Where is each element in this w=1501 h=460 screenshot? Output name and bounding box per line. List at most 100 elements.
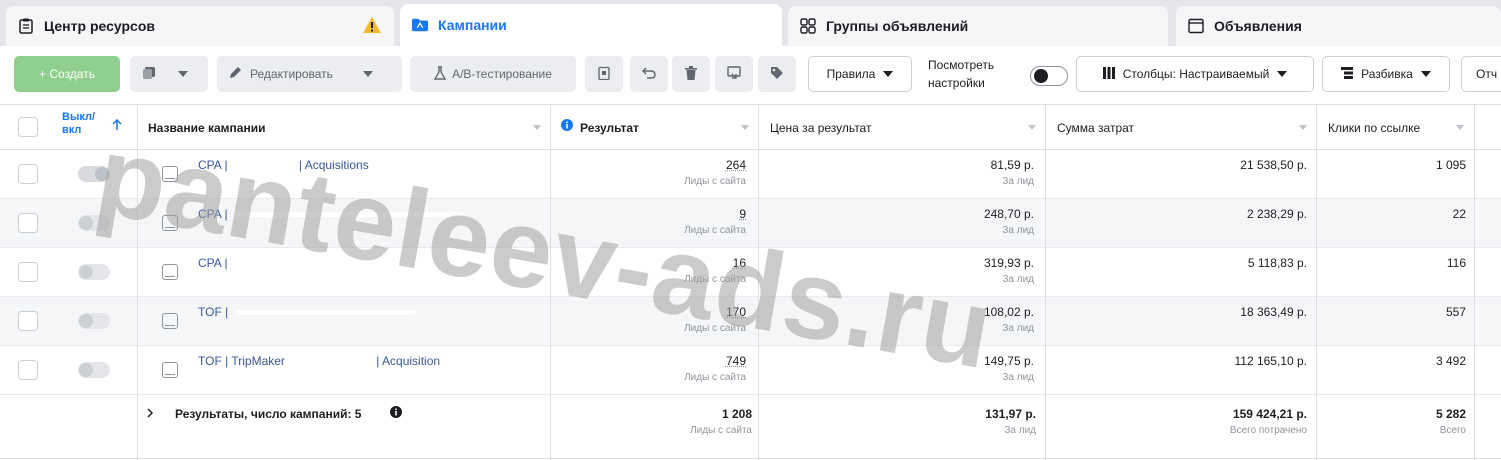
tab-adsets[interactable]: Группы объявлений — [788, 6, 1168, 46]
cost-per-result-value: 319,93 р. — [983, 256, 1034, 270]
result-sub: Лиды с сайта — [684, 274, 746, 285]
name-header[interactable]: Название кампании — [148, 121, 265, 135]
totals-clicks-sub: Всего — [1439, 425, 1466, 436]
campaign-name: TOF | — [198, 305, 232, 319]
tab-label: Группы объявлений — [826, 18, 969, 34]
chevron-down-icon[interactable] — [741, 125, 749, 130]
result-value[interactable]: 9 — [739, 207, 746, 221]
campaign-name-link[interactable]: TOF | — [198, 305, 420, 319]
table-row[interactable]: TOF | 170 Лиды с сайта 108,02 р. За лид 18 3… — [0, 297, 1501, 346]
select-all-checkbox[interactable] — [18, 117, 38, 137]
tab-campaigns[interactable]: Кампании — [400, 4, 782, 46]
create-button[interactable]: + Создать — [14, 56, 120, 92]
result-value[interactable]: 749 — [726, 354, 746, 368]
chevron-down-icon — [883, 71, 894, 77]
onoff-header[interactable]: Выкл/ вкл — [62, 111, 95, 137]
tab-ads[interactable]: Объявления — [1176, 6, 1501, 46]
result-value[interactable]: 170 — [726, 305, 746, 319]
cost-per-result-header[interactable]: Цена за результат — [770, 121, 871, 135]
column-divider — [550, 104, 551, 460]
campaign-name-tail: | Acquisitions — [298, 158, 369, 172]
totals-clicks: 5 282 — [1435, 407, 1466, 421]
breakdown-label: Разбивка — [1361, 67, 1413, 81]
campaign-toggle[interactable] — [78, 362, 110, 378]
tag-button[interactable] — [758, 56, 796, 92]
clipboard-icon — [598, 66, 610, 83]
chevron-down-icon[interactable] — [1299, 125, 1307, 130]
ab-test-button[interactable]: A/B-тестирование — [410, 56, 576, 92]
row-checkbox[interactable] — [18, 262, 38, 282]
edit-button[interactable]: Редактировать — [217, 56, 402, 92]
result-header[interactable]: Результат — [580, 121, 639, 135]
campaign-type-icon — [162, 362, 178, 378]
grid-icon — [800, 18, 816, 34]
tab-resource-center[interactable]: Центр ресурсов — [6, 6, 394, 46]
columns-button[interactable]: Столбцы: Настраиваемый — [1076, 56, 1314, 92]
duplicate-button[interactable] — [130, 56, 208, 92]
row-checkbox[interactable] — [18, 360, 38, 380]
result-value[interactable]: 264 — [726, 158, 746, 172]
totals-result-sub: Лиды с сайта — [690, 425, 752, 436]
result-value[interactable]: 16 — [733, 256, 746, 270]
cost-per-result-value: 81,59 р. — [990, 158, 1034, 172]
rules-button[interactable]: Правила — [808, 56, 912, 92]
undo-button[interactable] — [630, 56, 668, 92]
reports-label: Отч — [1476, 67, 1498, 81]
row-checkbox[interactable] — [18, 164, 38, 184]
tab-label: Центр ресурсов — [44, 18, 155, 34]
duplicate-icon — [142, 66, 156, 83]
campaign-toggle[interactable] — [78, 166, 110, 182]
view-settings-toggle[interactable] — [1030, 66, 1068, 86]
redacted-text — [235, 310, 416, 316]
ab-test-label: A/B-тестирование — [452, 67, 552, 81]
campaign-name: CPA | — [198, 256, 231, 270]
totals-result: 1 208 — [721, 407, 752, 421]
campaign-name: CPA | — [198, 158, 231, 172]
redacted-text — [234, 212, 465, 218]
sort-up-icon[interactable] — [112, 118, 122, 134]
campaign-toggle[interactable] — [78, 264, 110, 280]
totals-cpr: 131,97 р. — [985, 407, 1036, 421]
campaign-toggle[interactable] — [78, 313, 110, 329]
campaign-name-link[interactable]: CPA | — [198, 207, 469, 221]
preview-button[interactable] — [715, 56, 753, 92]
chevron-down-icon[interactable] — [533, 125, 541, 130]
campaign-type-icon — [162, 166, 178, 182]
table-row[interactable]: CPA | 16 Лиды с сайта 319,93 р. За лид 5 118… — [0, 248, 1501, 297]
campaign-name-link[interactable]: TOF | TripMaker | Acquisition — [198, 354, 440, 368]
view-settings-line2: настройки — [928, 76, 985, 90]
campaign-name-link[interactable]: CPA | — [198, 256, 529, 270]
warning-icon[interactable] — [362, 16, 382, 37]
cost-per-result-sub: За лид — [1002, 323, 1034, 334]
tab-bar: Центр ресурсов Кампании Группы объявлени… — [0, 0, 1501, 46]
row-checkbox[interactable] — [18, 213, 38, 233]
chevron-down-icon[interactable] — [1028, 125, 1036, 130]
columns-label: Столбцы: Настраиваемый — [1122, 67, 1270, 81]
info-icon[interactable] — [390, 406, 402, 421]
campaign-type-icon — [162, 264, 178, 280]
reports-button[interactable]: Отч — [1461, 56, 1501, 92]
campaign-name-link[interactable]: CPA | | Acquisitions — [198, 158, 369, 172]
table-row[interactable]: CPA | 9 Лиды с сайта 248,70 р. За лид 2 238,… — [0, 199, 1501, 248]
chevron-down-icon[interactable] — [1456, 125, 1464, 130]
breakdown-button[interactable]: Разбивка — [1322, 56, 1450, 92]
amount-spent-value: 5 118,83 р. — [1247, 256, 1307, 270]
clipboard-icon — [18, 18, 34, 34]
row-checkbox[interactable] — [18, 311, 38, 331]
edit-label: Редактировать — [250, 67, 333, 81]
table-row[interactable]: CPA | | Acquisitions 264 Лиды с сайта 81,59… — [0, 150, 1501, 199]
redacted-text — [234, 261, 525, 267]
amount-spent-value: 2 238,29 р. — [1246, 207, 1307, 221]
result-sub: Лиды с сайта — [684, 323, 746, 334]
column-divider — [1045, 104, 1046, 460]
amount-spent-header[interactable]: Сумма затрат — [1057, 121, 1134, 135]
campaign-toggle[interactable] — [78, 215, 110, 231]
chevron-right-icon[interactable] — [146, 407, 154, 421]
table-row[interactable]: TOF | TripMaker | Acquisition 749 Лиды с с… — [0, 346, 1501, 395]
info-icon[interactable] — [561, 119, 573, 134]
report-button[interactable] — [585, 56, 623, 92]
onoff-header-line2: вкл — [62, 124, 82, 136]
link-clicks-header[interactable]: Клики по ссылке — [1328, 121, 1420, 135]
trash-icon — [685, 65, 697, 83]
delete-button[interactable] — [672, 56, 710, 92]
